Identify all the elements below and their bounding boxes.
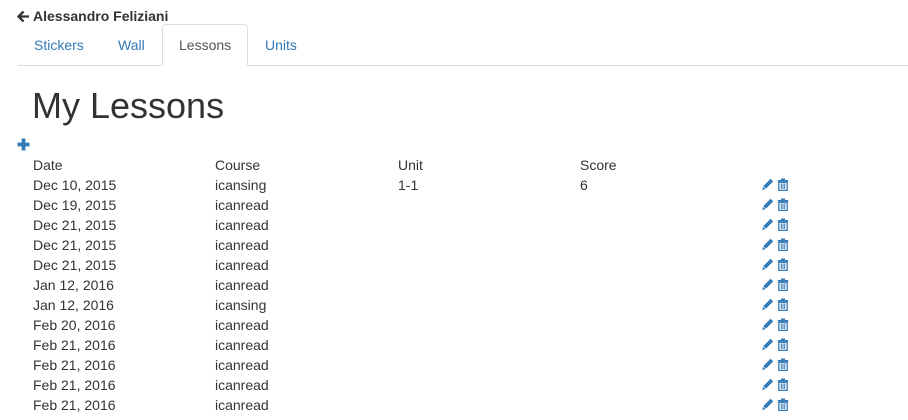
lesson-course: icanread: [215, 357, 269, 373]
table-row: Dec 19, 2015 icanread: [33, 195, 833, 215]
lesson-date: Feb 21, 2016: [33, 337, 116, 353]
pencil-icon[interactable]: [762, 178, 774, 191]
row-actions: [762, 238, 789, 251]
table-row: Dec 10, 2015 icansing 1-1 6: [33, 175, 833, 195]
row-actions: [762, 218, 789, 231]
trash-icon[interactable]: [777, 178, 789, 191]
lesson-course: icanread: [215, 257, 269, 273]
lesson-course: icansing: [215, 297, 267, 313]
trash-icon[interactable]: [777, 298, 789, 311]
lesson-date: Dec 21, 2015: [33, 217, 117, 233]
row-actions: [762, 278, 789, 291]
pencil-icon[interactable]: [762, 338, 774, 351]
trash-icon[interactable]: [777, 258, 789, 271]
pencil-icon[interactable]: [762, 358, 774, 371]
trash-icon[interactable]: [777, 358, 789, 371]
lesson-course: icanread: [215, 337, 269, 353]
table-row: Feb 21, 2016 icanread: [33, 355, 833, 375]
lesson-course: icanread: [215, 317, 269, 333]
lesson-course: icanread: [215, 277, 269, 293]
trash-icon[interactable]: [777, 278, 789, 291]
trash-icon[interactable]: [777, 198, 789, 211]
lesson-date: Feb 20, 2016: [33, 317, 116, 333]
table-header-row: Date Course Unit Score: [33, 155, 833, 175]
row-actions: [762, 398, 789, 411]
lesson-date: Dec 19, 2015: [33, 197, 117, 213]
table-row: Feb 21, 2016 icanread: [33, 395, 833, 415]
trash-icon[interactable]: [777, 398, 789, 411]
lesson-date: Dec 21, 2015: [33, 237, 117, 253]
table-body: Dec 10, 2015 icansing 1-1 6 Dec 19, 2015 ican…: [33, 175, 833, 415]
back-link[interactable]: Alessandro Feliziani: [17, 7, 168, 25]
trash-icon[interactable]: [777, 338, 789, 351]
row-actions: [762, 358, 789, 371]
pencil-icon[interactable]: [762, 398, 774, 411]
lesson-date: Feb 21, 2016: [33, 397, 116, 413]
lesson-score: 6: [580, 177, 588, 193]
lesson-date: Dec 21, 2015: [33, 257, 117, 273]
row-actions: [762, 258, 789, 271]
lesson-date: Jan 12, 2016: [33, 297, 114, 313]
table-row: Dec 21, 2015 icanread: [33, 255, 833, 275]
table-row: Jan 12, 2016 icanread: [33, 275, 833, 295]
tab-wall[interactable]: Wall: [102, 24, 161, 66]
pencil-icon[interactable]: [762, 318, 774, 331]
column-header-unit: Unit: [398, 157, 423, 173]
student-name: Alessandro Feliziani: [33, 8, 169, 24]
pencil-icon[interactable]: [762, 238, 774, 251]
row-actions: [762, 298, 789, 311]
table-row: Jan 12, 2016 icansing: [33, 295, 833, 315]
lesson-date: Feb 21, 2016: [33, 357, 116, 373]
pencil-icon[interactable]: [762, 278, 774, 291]
page-title: My Lessons: [32, 85, 225, 126]
tab-units[interactable]: Units: [249, 24, 313, 66]
table-row: Dec 21, 2015 icanread: [33, 215, 833, 235]
lesson-date: Feb 21, 2016: [33, 377, 116, 393]
lesson-course: icanread: [215, 237, 269, 253]
table-row: Dec 21, 2015 icanread: [33, 235, 833, 255]
pencil-icon[interactable]: [762, 378, 774, 391]
pencil-icon[interactable]: [762, 218, 774, 231]
column-header-course: Course: [215, 157, 261, 173]
pencil-icon[interactable]: [762, 198, 774, 211]
plus-icon[interactable]: [17, 138, 30, 151]
tab-stickers[interactable]: Stickers: [18, 24, 100, 66]
lesson-course: icanread: [215, 377, 269, 393]
arrow-left-icon: [17, 10, 29, 22]
tab-bar: Stickers Wall Lessons Units: [18, 24, 908, 66]
lesson-date: Dec 10, 2015: [33, 177, 117, 193]
lesson-date: Jan 12, 2016: [33, 277, 114, 293]
tab-lessons[interactable]: Lessons: [162, 24, 249, 66]
row-actions: [762, 318, 789, 331]
row-actions: [762, 378, 789, 391]
row-actions: [762, 178, 789, 191]
trash-icon[interactable]: [777, 378, 789, 391]
lesson-course: icanread: [215, 397, 269, 413]
lesson-course: icanread: [215, 217, 269, 233]
row-actions: [762, 198, 789, 211]
lesson-course: icansing: [215, 177, 267, 193]
trash-icon[interactable]: [777, 218, 789, 231]
pencil-icon[interactable]: [762, 258, 774, 271]
column-header-score: Score: [580, 157, 617, 173]
table-row: Feb 21, 2016 icanread: [33, 375, 833, 395]
trash-icon[interactable]: [777, 238, 789, 251]
lesson-unit: 1-1: [398, 177, 419, 193]
table-row: Feb 21, 2016 icanread: [33, 335, 833, 355]
table-row: Feb 20, 2016 icanread: [33, 315, 833, 335]
column-header-date: Date: [33, 157, 63, 173]
pencil-icon[interactable]: [762, 298, 774, 311]
lessons-table: Date Course Unit Score Dec 10, 2015 icans…: [33, 155, 833, 415]
lesson-course: icanread: [215, 197, 269, 213]
trash-icon[interactable]: [777, 318, 789, 331]
row-actions: [762, 338, 789, 351]
